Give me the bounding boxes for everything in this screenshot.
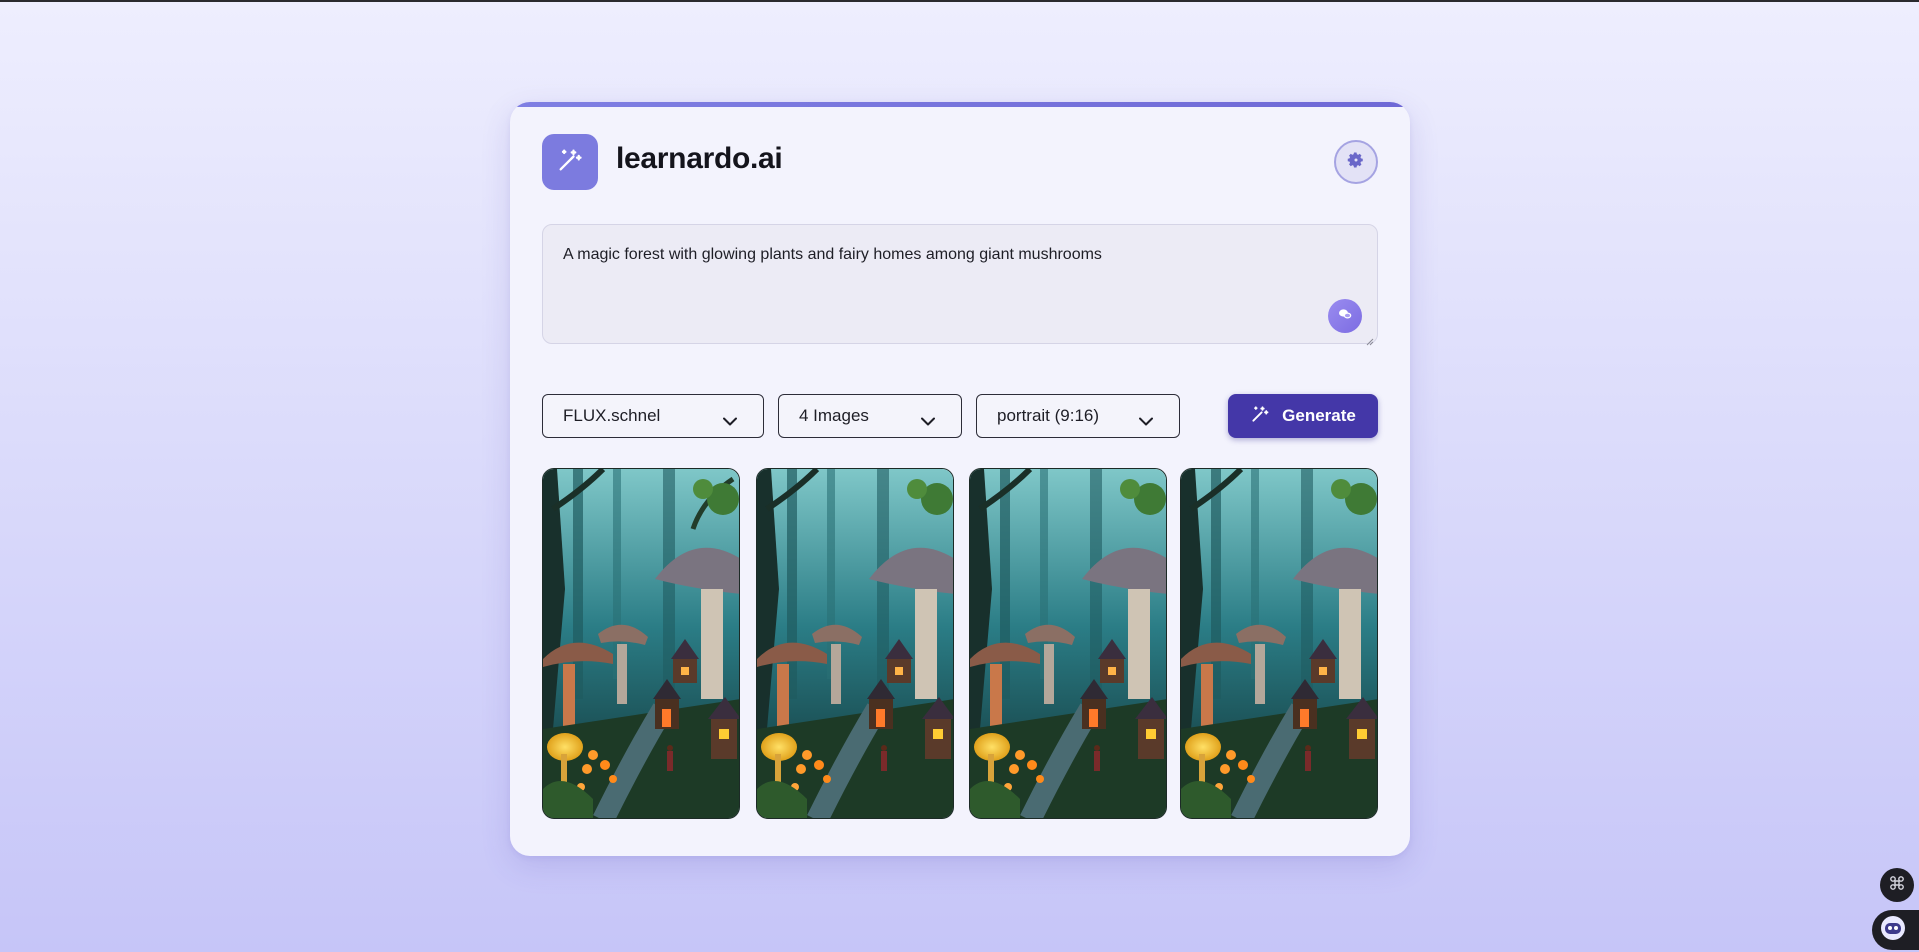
assistant-button[interactable]	[1872, 910, 1919, 950]
sparkle-chat-icon	[1337, 306, 1353, 327]
result-image-4[interactable]	[1180, 468, 1378, 819]
bot-icon	[1880, 915, 1906, 946]
aspect-ratio-select[interactable]: portrait (9:16)	[976, 394, 1180, 438]
generator-card: learnardo.ai A magic forest with glowing…	[510, 102, 1410, 856]
settings-button[interactable]	[1334, 140, 1378, 184]
forest-image	[1181, 469, 1377, 818]
image-count-value: 4 Images	[799, 406, 869, 425]
aspect-ratio-value: portrait (9:16)	[997, 406, 1100, 425]
shortcuts-button[interactable]	[1880, 868, 1914, 902]
model-select[interactable]: FLUX.schnel	[542, 394, 764, 438]
result-image-2[interactable]	[756, 468, 954, 819]
chevron-down-icon	[723, 411, 737, 431]
prompt-enhance-button[interactable]	[1328, 299, 1362, 333]
model-select-value: FLUX.schnel	[563, 406, 661, 425]
image-count-select[interactable]: 4 Images	[778, 394, 962, 438]
result-image-3[interactable]	[969, 468, 1167, 819]
brand-title: learnardo.ai	[616, 142, 783, 175]
resize-handle[interactable]	[1366, 332, 1374, 346]
result-image-1[interactable]	[542, 468, 740, 819]
magic-wand-icon	[1250, 404, 1270, 429]
prompt-textarea[interactable]: A magic forest with glowing plants and f…	[542, 224, 1378, 346]
forest-image	[543, 469, 739, 818]
gear-icon	[1347, 151, 1365, 174]
card-accent-bar	[510, 102, 1410, 107]
generate-label: Generate	[1282, 406, 1356, 425]
chevron-down-icon	[1139, 411, 1153, 431]
command-icon	[1889, 875, 1905, 896]
generate-button[interactable]: Generate	[1228, 394, 1378, 438]
forest-image	[757, 469, 953, 818]
logo	[542, 134, 598, 190]
prompt-text: A magic forest with glowing plants and f…	[563, 246, 1102, 263]
forest-image	[970, 469, 1166, 818]
chevron-down-icon	[921, 411, 935, 431]
magic-wand-icon	[556, 146, 584, 179]
